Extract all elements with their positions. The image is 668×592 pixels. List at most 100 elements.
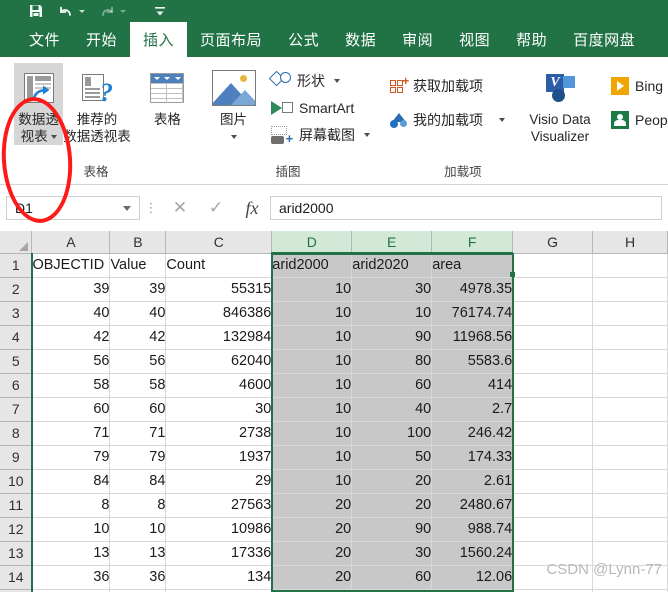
cell-e9[interactable]: 50 [351,445,433,470]
bing-maps-button[interactable]: Bing [607,69,668,103]
cell-d6[interactable]: 10 [271,373,353,398]
shapes-button[interactable]: 形状 [267,67,374,94]
formula-bar-grip[interactable]: ⋮ [140,201,162,214]
cell-b3[interactable]: 40 [109,301,167,326]
cell-e13[interactable]: 30 [351,541,433,566]
cell-h12[interactable] [592,517,668,542]
undo-dropdown-caret-icon[interactable] [79,9,85,13]
cell-c10[interactable]: 29 [165,469,273,494]
row-header-10[interactable]: 10 [0,469,33,494]
cell-e10[interactable]: 20 [351,469,433,494]
cell-f3[interactable]: 76174.74 [431,301,514,326]
column-header-c[interactable]: C [165,231,273,254]
row-header-13[interactable]: 13 [0,541,33,566]
tab-data[interactable]: 数据 [332,22,389,57]
column-header-d[interactable]: D [271,231,353,254]
cell-a7[interactable]: 60 [31,397,111,422]
cell-c5[interactable]: 62040 [165,349,273,374]
cell-c8[interactable]: 2738 [165,421,273,446]
cell-d11[interactable]: 20 [271,493,353,518]
smartart-button[interactable]: SmartArt [267,94,374,121]
recommended-pivot-table-button[interactable]: ? 推荐的 数据透视表 [63,63,131,145]
cell-e12[interactable]: 90 [351,517,433,542]
cell-c1[interactable]: Count [165,253,273,278]
cell-a12[interactable]: 10 [31,517,111,542]
picture-dropdown-caret-icon[interactable] [230,135,237,140]
my-addins-dropdown-caret-icon[interactable] [499,118,505,122]
tab-review[interactable]: 审阅 [389,22,446,57]
cell-b14[interactable]: 36 [109,565,167,590]
cell-b9[interactable]: 79 [109,445,167,470]
cell-d14[interactable]: 20 [271,565,353,590]
row-header-8[interactable]: 8 [0,421,33,446]
cell-f11[interactable]: 2480.67 [431,493,514,518]
cell-g8[interactable] [512,421,594,446]
row-header-2[interactable]: 2 [0,277,33,302]
cell-b1[interactable]: Value [109,253,167,278]
cell-c11[interactable]: 27563 [165,493,273,518]
cell-e2[interactable]: 30 [351,277,433,302]
cell-b11[interactable]: 8 [109,493,167,518]
tab-view[interactable]: 视图 [446,22,503,57]
cell-g1[interactable] [512,253,594,278]
cell-e5[interactable]: 80 [351,349,433,374]
cell-a5[interactable]: 56 [31,349,111,374]
row-header-12[interactable]: 12 [0,517,33,542]
cell-b10[interactable]: 84 [109,469,167,494]
people-graph-button[interactable]: Peop [607,103,668,137]
column-header-a[interactable]: A [31,231,111,254]
cell-f4[interactable]: 11968.56 [431,325,514,350]
customize-quick-access-toolbar-icon[interactable] [152,3,168,19]
row-header-4[interactable]: 4 [0,325,33,350]
cell-a11[interactable]: 8 [31,493,111,518]
cell-f6[interactable]: 414 [431,373,514,398]
cell-e1[interactable]: arid2020 [351,253,433,278]
cell-c14[interactable]: 134 [165,565,273,590]
cell-d7[interactable]: 10 [271,397,353,422]
cell-g10[interactable] [512,469,594,494]
cell-h8[interactable] [592,421,668,446]
formula-input[interactable]: arid2000 [270,196,662,220]
cell-a8[interactable]: 71 [31,421,111,446]
confirm-entry-button[interactable]: ✓ [198,198,234,218]
column-header-f[interactable]: F [431,231,514,254]
tab-insert[interactable]: 插入 [130,22,188,57]
row-header-14[interactable]: 14 [0,565,33,590]
picture-button[interactable]: 图片 [206,63,261,145]
shapes-dropdown-caret-icon[interactable] [334,78,340,83]
cell-e6[interactable]: 60 [351,373,433,398]
row-header-1[interactable]: 1 [0,253,33,278]
name-box-dropdown-caret-icon[interactable] [123,205,131,211]
cell-a9[interactable]: 79 [31,445,111,470]
cell-b13[interactable]: 13 [109,541,167,566]
cell-d1[interactable]: arid2000 [271,253,353,278]
cell-b7[interactable]: 60 [109,397,167,422]
cell-f5[interactable]: 5583.6 [431,349,514,374]
cell-a13[interactable]: 13 [31,541,111,566]
cell-c7[interactable]: 30 [165,397,273,422]
cell-f9[interactable]: 174.33 [431,445,514,470]
tab-file[interactable]: 文件 [16,22,73,57]
cell-g3[interactable] [512,301,594,326]
cell-f8[interactable]: 246.42 [431,421,514,446]
cell-f10[interactable]: 2.61 [431,469,514,494]
cell-h7[interactable] [592,397,668,422]
cell-g11[interactable] [512,493,594,518]
cell-h13[interactable] [592,541,668,566]
cell-h10[interactable] [592,469,668,494]
cell-b5[interactable]: 56 [109,349,167,374]
row-header-3[interactable]: 3 [0,301,33,326]
cell-g13[interactable] [512,541,594,566]
cell-g2[interactable] [512,277,594,302]
cell-f7[interactable]: 2.7 [431,397,514,422]
cell-h6[interactable] [592,373,668,398]
cell-a2[interactable]: 39 [31,277,111,302]
cell-c12[interactable]: 10986 [165,517,273,542]
cell-a3[interactable]: 40 [31,301,111,326]
redo-dropdown-caret-icon[interactable] [120,9,126,13]
cell-d2[interactable]: 10 [271,277,353,302]
undo-icon[interactable] [58,3,74,19]
cell-g4[interactable] [512,325,594,350]
cell-b12[interactable]: 10 [109,517,167,542]
row-header-6[interactable]: 6 [0,373,33,398]
